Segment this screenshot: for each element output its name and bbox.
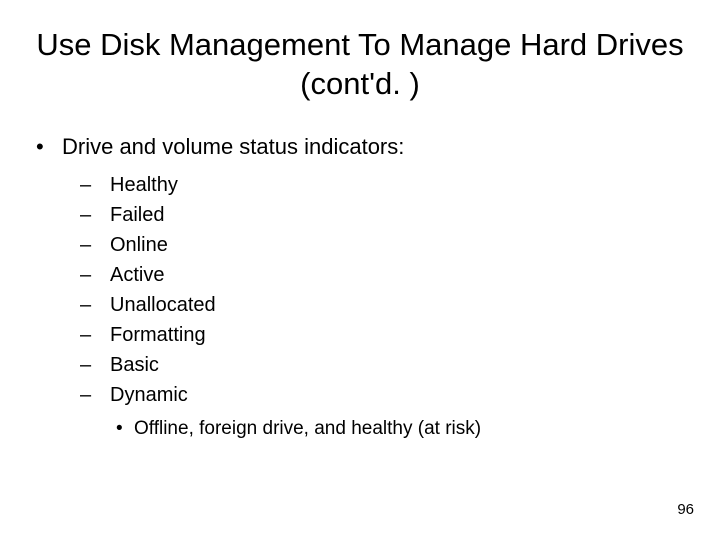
- list-item-text: Failed: [110, 200, 690, 230]
- list-item-text: Healthy: [110, 170, 690, 200]
- list-item-text: Formatting: [110, 320, 690, 350]
- list-item: – Unallocated: [80, 290, 690, 320]
- dash-icon: –: [80, 260, 110, 290]
- list-item: – Healthy: [80, 170, 690, 200]
- list-item-text: Dynamic: [110, 380, 690, 410]
- list-item: – Failed: [80, 200, 690, 230]
- list-item: – Basic: [80, 350, 690, 380]
- dash-icon: –: [80, 380, 110, 410]
- list-item: – Dynamic: [80, 380, 690, 410]
- bullet-icon: •: [36, 132, 62, 163]
- list-item-text: Active: [110, 260, 690, 290]
- list-item: – Formatting: [80, 320, 690, 350]
- dash-icon: –: [80, 200, 110, 230]
- list-item: – Active: [80, 260, 690, 290]
- list-item: – Online: [80, 230, 690, 260]
- slide-title: Use Disk Management To Manage Hard Drive…: [30, 26, 690, 104]
- list-item: • Offline, foreign drive, and healthy (a…: [116, 416, 690, 443]
- slide: Use Disk Management To Manage Hard Drive…: [0, 0, 720, 540]
- list-item-text: Drive and volume status indicators:: [62, 132, 690, 163]
- page-number: 96: [677, 501, 694, 518]
- list-item-text: Unallocated: [110, 290, 690, 320]
- dash-icon: –: [80, 170, 110, 200]
- list-item-text: Online: [110, 230, 690, 260]
- sublist: – Healthy – Failed – Online – Active – U…: [36, 170, 690, 410]
- dash-icon: –: [80, 320, 110, 350]
- dash-icon: –: [80, 230, 110, 260]
- list-item-text: Basic: [110, 350, 690, 380]
- sub-sublist: • Offline, foreign drive, and healthy (a…: [36, 416, 690, 443]
- list-item-text: Offline, foreign drive, and healthy (at …: [134, 416, 690, 443]
- dash-icon: –: [80, 350, 110, 380]
- slide-content: • Drive and volume status indicators: – …: [30, 132, 690, 443]
- list-item: • Drive and volume status indicators:: [36, 132, 690, 163]
- bullet-icon: •: [116, 416, 134, 443]
- dash-icon: –: [80, 290, 110, 320]
